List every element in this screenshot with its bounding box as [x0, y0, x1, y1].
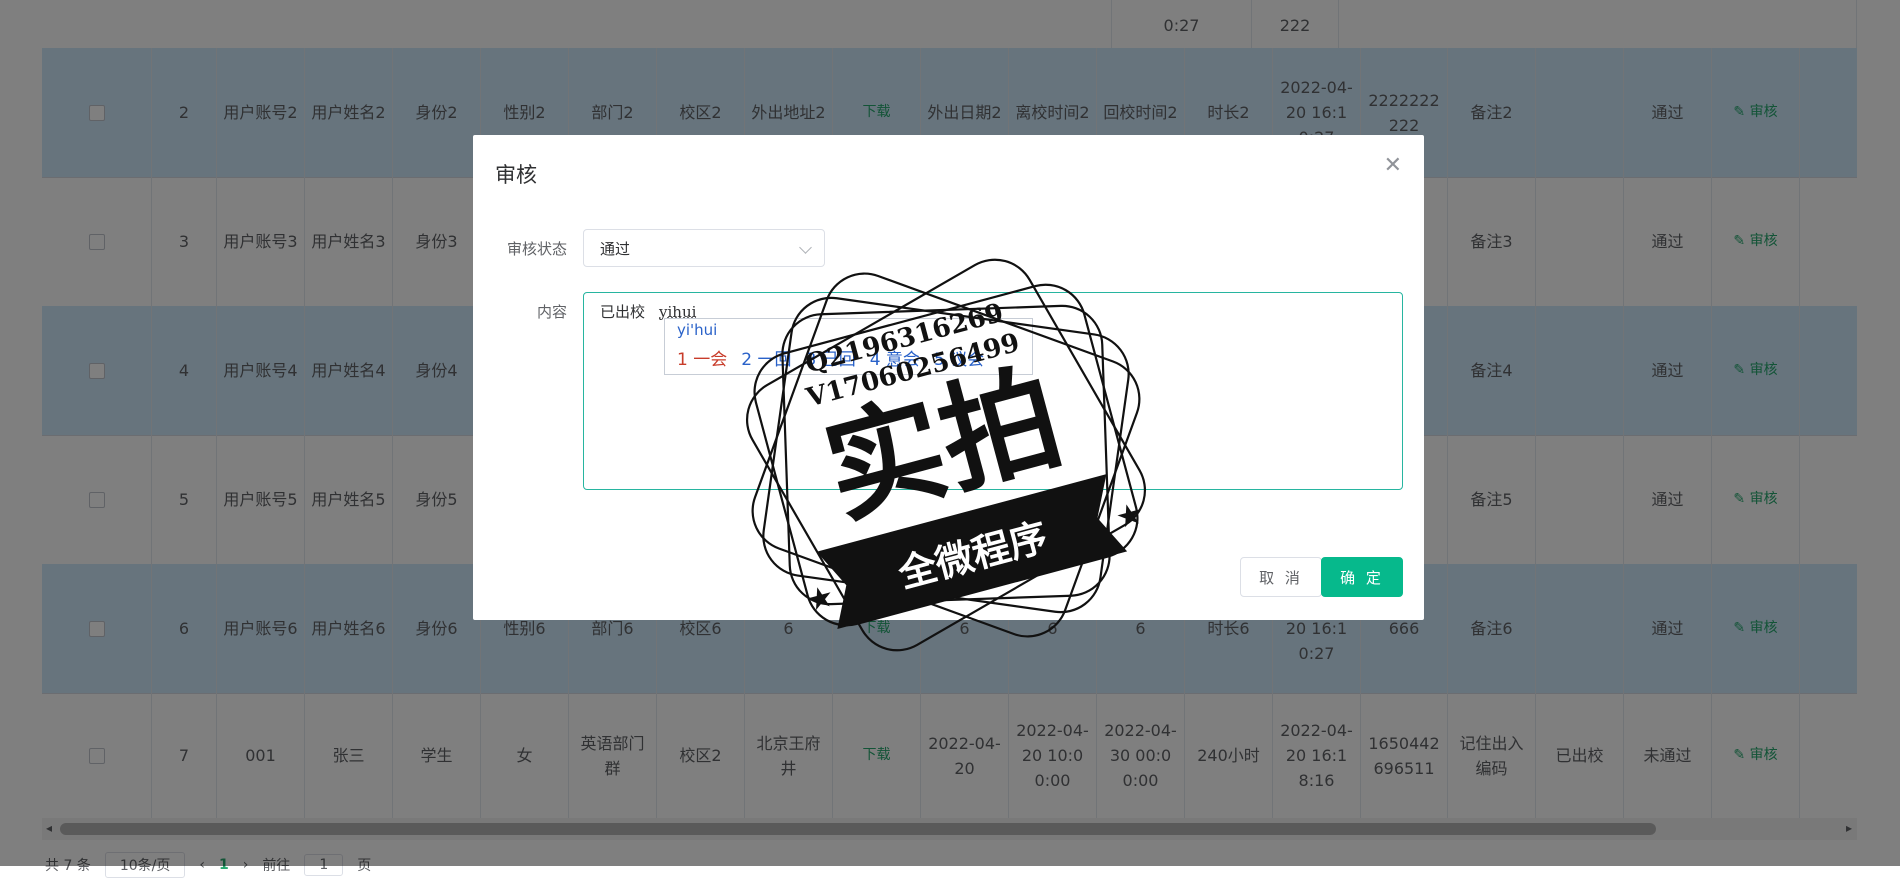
- status-value: 通过: [600, 239, 631, 258]
- dialog-title: 审核: [495, 163, 537, 187]
- close-icon[interactable]: ✕: [1384, 153, 1402, 178]
- status-label: 审核状态: [506, 240, 567, 258]
- ime-candidate[interactable]: 1 一会: [677, 345, 727, 370]
- confirm-button[interactable]: 确 定: [1321, 557, 1403, 597]
- cancel-button[interactable]: 取 消: [1240, 557, 1322, 597]
- content-label: 内容: [536, 303, 567, 321]
- ime-pinyin: yi'hui: [677, 321, 718, 339]
- star-icon: ★: [803, 579, 838, 620]
- watermark-stamp: Q2196316269 V17060256499 实拍 全微程序 ★ ★: [745, 258, 1147, 652]
- content-value: 已出校: [600, 303, 646, 321]
